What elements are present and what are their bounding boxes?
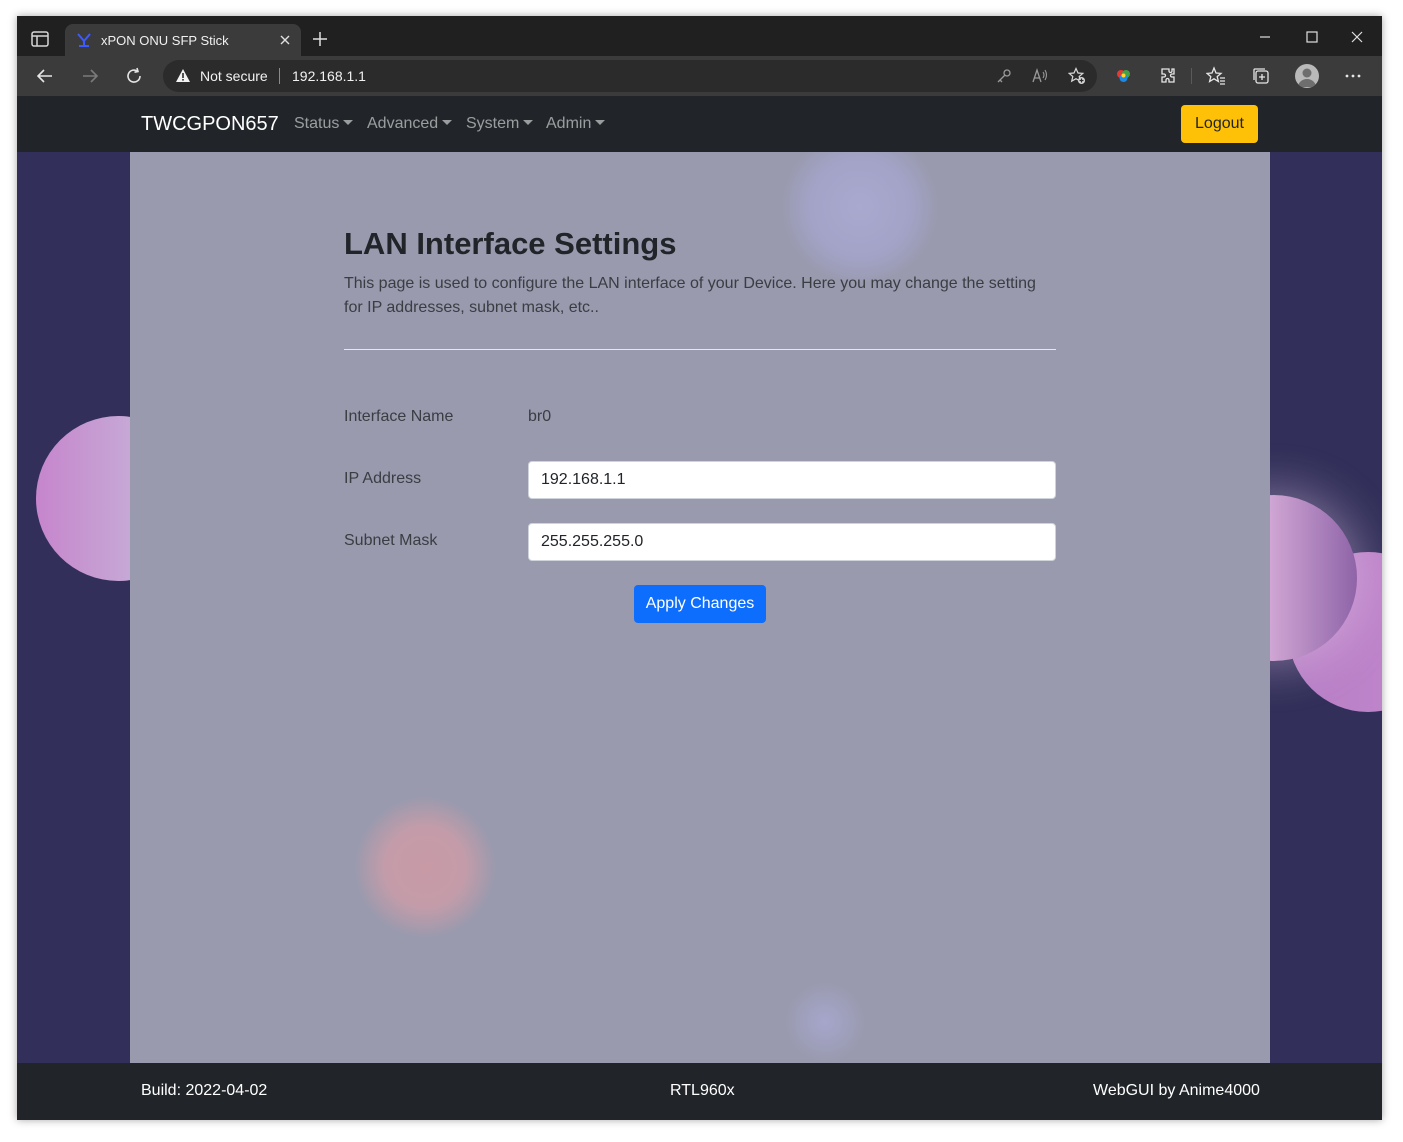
password-key-icon[interactable] [995, 67, 1013, 85]
extensions-icon[interactable] [1158, 66, 1178, 86]
forward-icon[interactable] [80, 66, 100, 86]
tab-title: xPON ONU SFP Stick [101, 33, 229, 48]
subnet-mask-input[interactable] [528, 523, 1056, 561]
menu-admin[interactable]: Admin [546, 115, 606, 133]
build-info: Build: 2022-04-02 [141, 1082, 268, 1099]
menu-admin-label: Admin [546, 115, 592, 132]
menu-advanced-label: Advanced [367, 115, 439, 132]
maximize-icon[interactable] [1303, 28, 1321, 46]
extension-color-icon[interactable] [1114, 66, 1134, 86]
caret-down-icon [523, 120, 534, 125]
page-description: This page is used to configure the LAN i… [344, 275, 1036, 316]
top-navbar: TWCGPON657 Status Advanced System Admin … [17, 96, 1382, 152]
site-favicon-icon [77, 33, 91, 47]
page-footer: Build: 2022-04-02 RTL960x WebGUI by Anim… [17, 1063, 1382, 1120]
apply-changes-button[interactable]: Apply Changes [634, 585, 766, 623]
favorites-icon[interactable] [1206, 66, 1226, 86]
menu-system[interactable]: System [466, 115, 534, 133]
divider [344, 349, 1056, 350]
refresh-icon[interactable] [124, 66, 144, 86]
avatar-icon [1298, 68, 1316, 87]
decor-blur-pink [355, 797, 495, 937]
profile-avatar[interactable] [1295, 64, 1319, 88]
close-tab-icon[interactable] [277, 32, 293, 48]
menu-status-label: Status [294, 115, 340, 132]
read-aloud-icon[interactable] [1031, 67, 1049, 85]
browser-tab[interactable]: xPON ONU SFP Stick [65, 24, 301, 56]
url-text[interactable]: 192.168.1.1 [292, 68, 366, 84]
browser-toolbar: Not secure 192.168.1.1 [17, 56, 1382, 96]
subnet-mask-label: Subnet Mask [344, 532, 438, 549]
close-window-icon[interactable] [1348, 28, 1366, 46]
menu-system-label: System [466, 115, 520, 132]
warning-icon[interactable] [175, 68, 191, 84]
caret-down-icon [595, 120, 606, 125]
tab-strip: xPON ONU SFP Stick [17, 16, 1382, 56]
footer-credit: WebGUI by Anime4000 [1093, 1082, 1260, 1099]
interface-name-label: Interface Name [344, 408, 454, 425]
browser-window: xPON ONU SFP Stick Not secure 192.168.1.… [17, 16, 1382, 1120]
address-separator [279, 68, 280, 84]
security-label[interactable]: Not secure [200, 68, 268, 84]
page-title: LAN Interface Settings [344, 226, 677, 261]
caret-down-icon [343, 120, 354, 125]
menu-status[interactable]: Status [294, 115, 354, 133]
web-page: TWCGPON657 Status Advanced System Admin … [17, 96, 1382, 1120]
chip-model: RTL960x [670, 1082, 735, 1099]
caret-down-icon [442, 120, 453, 125]
ip-address-label: IP Address [344, 470, 422, 487]
address-bar[interactable]: Not secure 192.168.1.1 [163, 60, 1097, 92]
logout-button[interactable]: Logout [1181, 105, 1258, 143]
ip-address-input[interactable] [528, 461, 1056, 499]
new-tab-icon[interactable] [311, 30, 329, 48]
back-icon[interactable] [35, 66, 55, 86]
main-container: LAN Interface Settings This page is used… [130, 152, 1270, 1063]
more-options-icon[interactable] [1343, 66, 1363, 86]
interface-name-value: br0 [528, 408, 552, 425]
tab-actions-icon[interactable] [29, 28, 51, 50]
toolbar-divider [1191, 68, 1192, 84]
add-favorite-icon[interactable] [1068, 67, 1086, 85]
decor-blur-bottom [785, 982, 865, 1062]
menu-advanced[interactable]: Advanced [367, 115, 453, 133]
minimize-icon[interactable] [1256, 28, 1274, 46]
brand-name[interactable]: TWCGPON657 [141, 113, 279, 136]
decor-blur-top [780, 152, 940, 282]
collections-icon[interactable] [1251, 66, 1271, 86]
